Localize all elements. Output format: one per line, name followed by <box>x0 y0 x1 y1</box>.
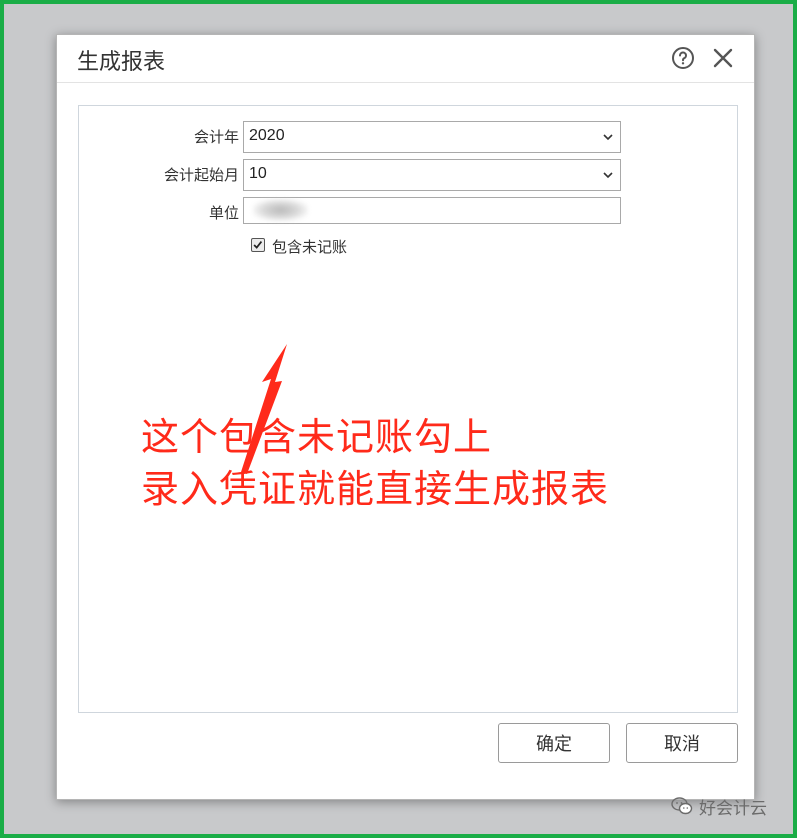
chevron-down-icon <box>603 172 613 179</box>
help-icon[interactable] <box>671 46 695 70</box>
chevron-down-icon <box>603 134 613 141</box>
ok-button[interactable]: 确定 <box>498 723 610 763</box>
screenshot-frame: 生成报表 会计年 2020 会计起始月 10 单位 包含未记账 这个包含未记账勾… <box>0 0 797 838</box>
form-panel: 会计年 2020 会计起始月 10 单位 包含未记账 这个包含未记账勾上 录入凭… <box>78 105 738 713</box>
year-label: 会计年 <box>193 129 239 146</box>
year-select-value: 2020 <box>249 127 285 144</box>
unit-label: 单位 <box>208 205 239 222</box>
dialog-title: 生成报表 <box>77 49 166 74</box>
start-month-select-value: 10 <box>249 165 267 182</box>
close-icon[interactable] <box>711 46 735 70</box>
generate-report-dialog: 生成报表 会计年 2020 会计起始月 10 单位 包含未记账 这个包含未记账勾… <box>56 34 755 800</box>
wechat-icon <box>671 797 693 815</box>
include-unposted-checkbox[interactable] <box>251 238 265 252</box>
start-month-select[interactable]: 10 <box>243 159 621 191</box>
checkmark-icon <box>253 241 263 249</box>
annotation-line-1: 这个包含未记账勾上 <box>141 415 493 459</box>
watermark-text: 好会计云 <box>699 799 767 819</box>
include-unposted-label: 包含未记账 <box>272 239 348 256</box>
cancel-button[interactable]: 取消 <box>626 723 738 763</box>
annotation-line-2: 录入凭证就能直接生成报表 <box>141 467 610 511</box>
redacted-unit-name <box>253 199 308 221</box>
unit-field-wrapper <box>243 197 621 224</box>
dialog-titlebar: 生成报表 <box>57 35 754 83</box>
year-select[interactable]: 2020 <box>243 121 621 153</box>
start-month-label: 会计起始月 <box>163 167 239 184</box>
